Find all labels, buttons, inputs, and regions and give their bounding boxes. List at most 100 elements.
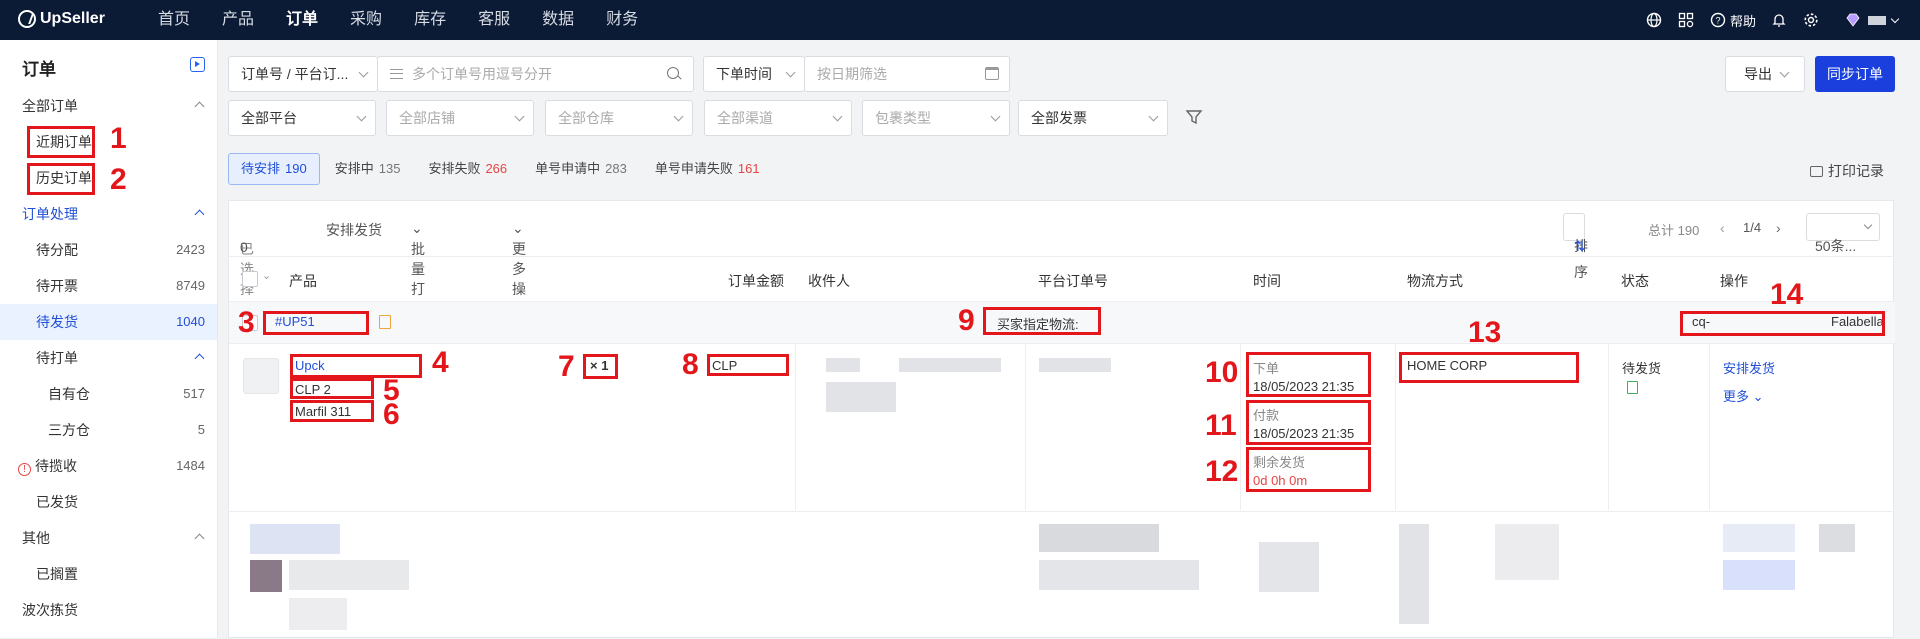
nav-customer-service[interactable]: 客服: [462, 0, 526, 40]
order-search-input[interactable]: 多个订单号用逗号分开: [377, 56, 694, 92]
bell-icon[interactable]: [1770, 11, 1788, 29]
upseller-logo[interactable]: UpSeller: [18, 10, 105, 28]
annotation-box-10: [1246, 352, 1371, 397]
tab-tracking-failed[interactable]: 单号申请失败 161: [642, 153, 773, 185]
annotation-number-12: 12: [1205, 455, 1239, 488]
sidebar-item-to-pickup[interactable]: ! 待揽收 1484: [0, 448, 217, 484]
platform-select[interactable]: 全部平台: [228, 100, 376, 136]
annotation-box-2: [27, 163, 95, 195]
annotation-box-5: [290, 378, 374, 399]
sidebar-item-on-hold[interactable]: 已搁置: [0, 556, 217, 592]
arrange-ship-button[interactable]: 安排发货: [326, 220, 382, 240]
nav-data[interactable]: 数据: [526, 0, 590, 40]
platform-order-no-redacted: [1039, 358, 1111, 372]
sidebar-item-to-allocate[interactable]: 待分配 2423: [0, 232, 217, 268]
globe-icon[interactable]: [1645, 11, 1663, 29]
main-nav: 首页 产品 订单 采购 库存 客服 数据 财务: [142, 0, 654, 40]
annotation-number-4: 4: [432, 346, 449, 379]
nav-purchase[interactable]: 采购: [334, 0, 398, 40]
page-size-select[interactable]: 50条...: [1806, 213, 1880, 254]
product-image: [243, 358, 279, 394]
col-platform-order-no: 平台订单号: [1038, 273, 1108, 289]
export-button[interactable]: 导出: [1725, 56, 1805, 92]
nav-inventory[interactable]: 库存: [398, 0, 462, 40]
warehouse-select[interactable]: 全部仓库: [545, 100, 693, 136]
sidebar-item-to-invoice[interactable]: 待开票 8749: [0, 268, 217, 304]
collapse-sidebar-icon[interactable]: [190, 57, 205, 72]
nav-products[interactable]: 产品: [206, 0, 270, 40]
more-actions-link[interactable]: 更多 ⌄: [1723, 386, 1764, 405]
more-actions-button[interactable]: 更多操作 ⌄: [512, 220, 526, 317]
recipient-redacted: [899, 358, 1001, 372]
help-button[interactable]: ? 帮助: [1709, 11, 1756, 30]
col-status: 状态: [1621, 273, 1649, 289]
invoice-select[interactable]: 全部发票: [1018, 100, 1168, 136]
batch-print-button[interactable]: 批量打印 ⌄: [411, 220, 425, 317]
next-page-icon[interactable]: ›: [1776, 220, 1781, 236]
col-time: 时间: [1253, 273, 1281, 289]
annotation-box-13: [1399, 352, 1579, 383]
annotation-number-9: 9: [958, 304, 975, 337]
print-log-button[interactable]: 打印记录: [1810, 161, 1884, 181]
package-type-select[interactable]: 包裹类型: [862, 100, 1010, 136]
annotation-box-6: [290, 400, 374, 422]
chevron-down-icon: [1890, 14, 1900, 23]
sidebar-item-third-party-warehouse[interactable]: 三方仓 5: [0, 412, 217, 448]
annotation-box-12: [1246, 447, 1371, 492]
channel-select[interactable]: 全部渠道: [704, 100, 852, 136]
gear-icon[interactable]: [1802, 11, 1820, 29]
account-menu[interactable]: [1844, 11, 1900, 29]
annotation-box-4: [290, 354, 422, 378]
annotation-number-14: 14: [1770, 278, 1804, 311]
annotation-box-7: [583, 354, 618, 379]
col-product: 产品: [289, 273, 317, 289]
sidebar-group-processing[interactable]: 订单处理: [0, 196, 217, 232]
prev-page-icon[interactable]: ‹: [1720, 220, 1725, 236]
sidebar-item-wave-picking[interactable]: 波次拣货: [0, 592, 217, 628]
chevron-up-icon: [194, 101, 205, 112]
apps-grid-icon[interactable]: [1677, 11, 1695, 29]
sync-orders-button[interactable]: 同步订单: [1815, 56, 1895, 92]
sidebar-title: 订单: [22, 60, 56, 79]
annotation-number-13: 13: [1468, 316, 1502, 349]
search-icon[interactable]: [667, 67, 682, 80]
annotation-number-11: 11: [1205, 409, 1237, 442]
chevron-down-icon: [1148, 111, 1159, 122]
top-navigation-bar: UpSeller 首页 产品 订单 采购 库存 客服 数据 财务 ? 帮助: [0, 0, 1920, 40]
search-type-select[interactable]: 订单号 / 平台订...: [228, 56, 378, 92]
sidebar-item-to-ship[interactable]: 待发货 1040: [0, 304, 217, 340]
tab-tracking-applying[interactable]: 单号申请中 283: [522, 153, 640, 185]
recipient-redacted: [826, 358, 860, 372]
annotation-box-9: [983, 307, 1101, 335]
printer-icon: [1810, 165, 1823, 177]
chevron-up-icon: [194, 209, 205, 220]
sidebar-group-other[interactable]: 其他: [0, 520, 217, 556]
document-icon[interactable]: [1627, 381, 1638, 394]
chevron-down-icon: [356, 111, 367, 122]
chevron-down-icon[interactable]: ⌄: [262, 269, 271, 282]
diamond-icon: [1844, 11, 1862, 29]
top-right-tools: ? 帮助: [1645, 0, 1920, 40]
chevron-up-icon: [194, 353, 205, 364]
store-select[interactable]: 全部店铺: [386, 100, 534, 136]
note-icon[interactable]: [379, 315, 391, 329]
nav-orders[interactable]: 订单: [270, 0, 334, 40]
sidebar-item-to-print[interactable]: 待打单: [0, 340, 217, 376]
table-header: ⌄ 产品 订单金额 收件人 平台订单号 时间 物流方式 状态 操作: [229, 256, 1895, 302]
nav-home[interactable]: 首页: [142, 0, 206, 40]
sort-button[interactable]: 排序 ⇅: [1563, 213, 1588, 280]
filter-icon[interactable]: [1185, 108, 1203, 126]
chevron-down-icon: [990, 111, 1001, 122]
tab-pending-arrange[interactable]: 待安排 190: [228, 153, 320, 185]
tab-arrange-failed[interactable]: 安排失败 266: [415, 153, 520, 185]
sidebar-group-all-orders[interactable]: 全部订单: [0, 88, 217, 124]
tab-arranging[interactable]: 安排中 135: [322, 153, 414, 185]
time-type-select[interactable]: 下单时间: [703, 56, 805, 92]
sidebar-item-shipped[interactable]: 已发货: [0, 484, 217, 520]
select-all-checkbox[interactable]: [242, 271, 258, 287]
date-filter-input[interactable]: 按日期筛选: [804, 56, 1010, 92]
sidebar-item-own-warehouse[interactable]: 自有仓 517: [0, 376, 217, 412]
logo-icon: [18, 10, 36, 28]
nav-finance[interactable]: 财务: [590, 0, 654, 40]
arrange-ship-link[interactable]: 安排发货: [1723, 358, 1775, 377]
